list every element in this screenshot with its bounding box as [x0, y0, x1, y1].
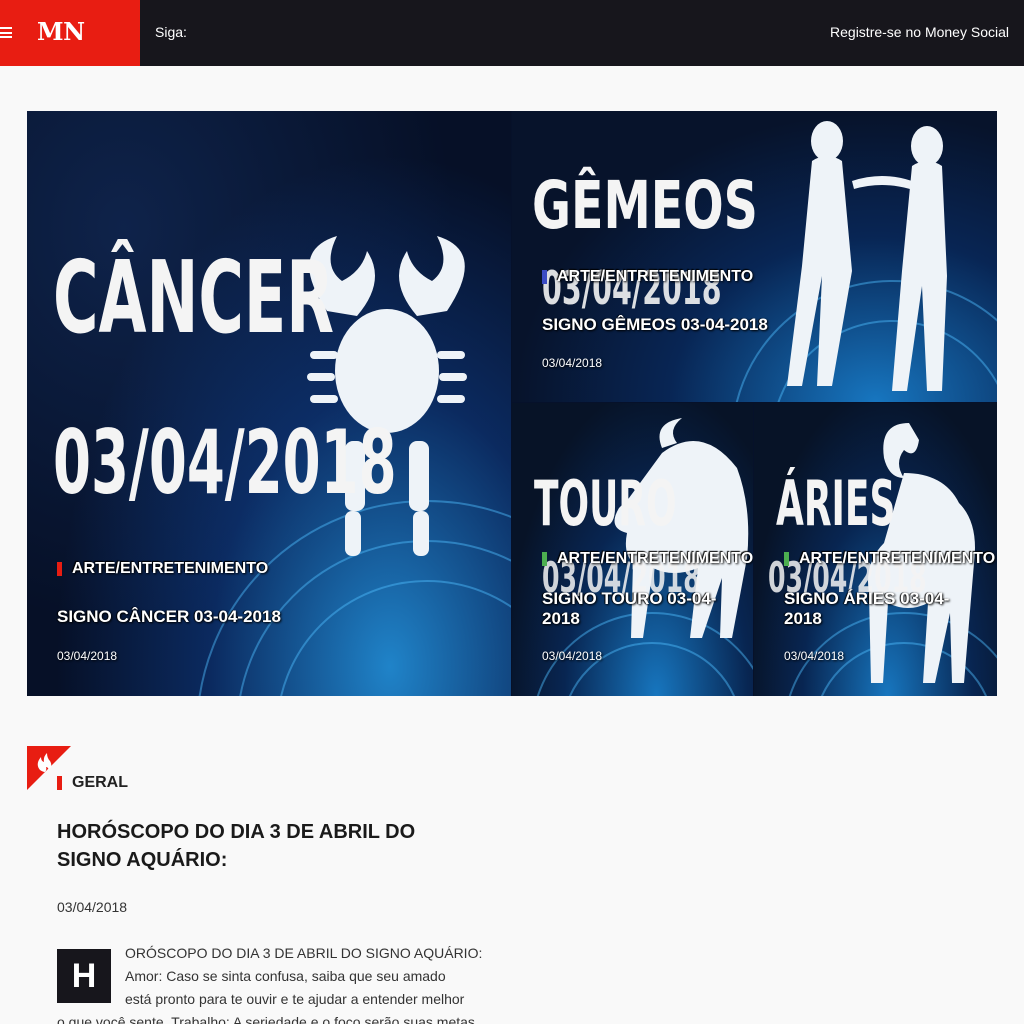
card-title[interactable]: SIGNO ÁRIES 03-04-2018 [784, 589, 969, 629]
register-link[interactable]: Registre-se no Money Social [830, 24, 1009, 40]
excerpt-line: Amor: Caso se sinta confusa, saiba que s… [125, 968, 446, 984]
image-sign-name: TOURO [534, 467, 677, 540]
excerpt-line: ORÓSCOPO DO DIA 3 DE ABRIL DO SIGNO AQUÁ… [125, 945, 483, 961]
featured-card-aries[interactable]: ÁRIES 03/04/2018 ARTE/ENTRETENIMENTO SIG… [754, 403, 997, 696]
article-category[interactable]: GERAL [57, 774, 128, 792]
article-date: 03/04/2018 [57, 899, 128, 915]
category-marker [542, 270, 547, 284]
site-logo[interactable]: MN [37, 17, 85, 46]
card-date: 03/04/2018 [542, 649, 603, 663]
card-date: 03/04/2018 [784, 649, 845, 663]
category-label: GERAL [72, 774, 128, 791]
menu-icon[interactable] [0, 27, 12, 38]
excerpt-line: o que você sente. Trabalho: A seriedade … [57, 1014, 475, 1024]
featured-card-gemeos[interactable]: GÊMEOS 03/04/2018 ARTE/ENTRETENIMENTO SI… [512, 111, 997, 402]
brand-block[interactable]: MN [0, 0, 140, 66]
image-sign-name: ÁRIES [776, 467, 896, 540]
follow-label: Siga: [155, 24, 187, 40]
card-date: 03/04/2018 [542, 356, 603, 370]
image-sign-name: GÊMEOS [532, 167, 758, 244]
category-marker [784, 552, 789, 566]
category-marker [57, 776, 62, 790]
category-tag[interactable]: ARTE/ENTRETENIMENTO [542, 268, 753, 286]
image-sign-name: CÂNCER [53, 239, 334, 356]
featured-grid: CÂNCER 03/04/2018 ARTE/ENTRETENIMENTO SI… [27, 111, 997, 696]
category-tag[interactable]: ARTE/ENTRETENIMENTO [57, 560, 268, 578]
excerpt-line: está pronto para te ouvir e te ajudar a … [125, 991, 465, 1007]
article-title[interactable]: HORÓSCOPO DO DIA 3 DE ABRIL DO SIGNO AQU… [57, 818, 457, 874]
category-marker [542, 552, 547, 566]
card-title[interactable]: SIGNO GÊMEOS 03-04-2018 [542, 315, 982, 335]
featured-card-touro[interactable]: TOURO 03/04/2018 ARTE/ENTRETENIMENTO SIG… [512, 403, 753, 696]
category-label: ARTE/ENTRETENIMENTO [557, 550, 753, 567]
card-title[interactable]: SIGNO CÂNCER 03-04-2018 [57, 607, 497, 627]
article-excerpt: ORÓSCOPO DO DIA 3 DE ABRIL DO SIGNO AQUÁ… [57, 942, 483, 1024]
category-marker [57, 562, 62, 576]
card-date: 03/04/2018 [57, 649, 118, 663]
featured-card-cancer[interactable]: CÂNCER 03/04/2018 ARTE/ENTRETENIMENTO SI… [27, 111, 511, 696]
category-label: ARTE/ENTRETENIMENTO [72, 560, 269, 577]
category-tag[interactable]: ARTE/ENTRETENIMENTO [784, 550, 995, 568]
drop-cap: H [57, 949, 111, 1003]
image-date: 03/04/2018 [53, 411, 397, 514]
card-title[interactable]: SIGNO TOURO 03-04-2018 [542, 589, 727, 629]
top-bar: MN Siga: Registre-se no Money Social [0, 0, 1024, 66]
category-tag[interactable]: ARTE/ENTRETENIMENTO [542, 550, 753, 568]
category-label: ARTE/ENTRETENIMENTO [557, 268, 754, 285]
category-label: ARTE/ENTRETENIMENTO [799, 550, 996, 567]
